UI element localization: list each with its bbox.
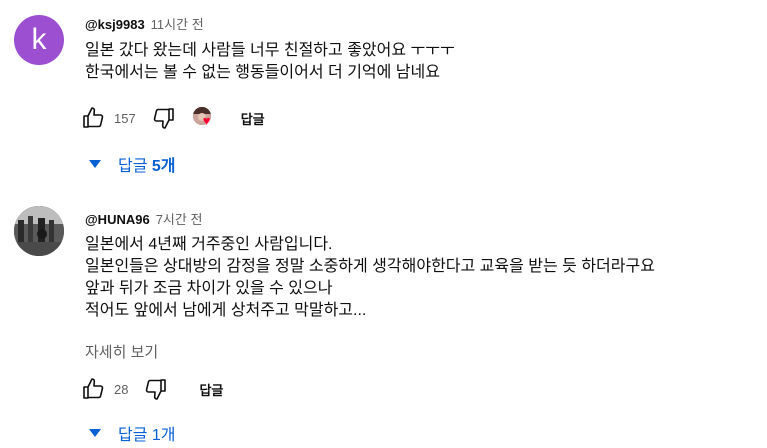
replies-label: 답글 5개 [118,152,176,176]
avatar[interactable]: k [14,15,64,65]
caret-down-icon [89,160,101,168]
creator-heart-badge: ♥ [192,107,215,129]
avatar-letter: k [31,23,47,56]
avatar-photo [14,206,64,256]
comment-time[interactable]: 7시간 전 [156,209,203,228]
comment-line: 앞과 뒤가 조금 차이가 있을 수 있으나 [85,280,333,297]
avatar[interactable] [14,206,64,256]
author-name[interactable]: @HUNA96 [85,212,150,227]
comment-header: @ksj9983 11시간 전 [85,14,204,33]
reply-button[interactable]: 답글 [241,109,265,128]
like-count: 28 [114,381,129,397]
caret-down-icon [89,429,101,437]
like-count: 157 [114,110,136,126]
replies-count: 5개 [151,158,176,175]
thumbs-down-icon[interactable] [151,105,177,131]
comment-line: 적어도 앞에서 남에게 상처주고 막말하고... [85,302,367,319]
comment-header: @HUNA96 7시간 전 [85,209,202,228]
replies-label: 답글 1개 [118,427,176,444]
heart-icon: ♥ [202,113,211,128]
comment-time[interactable]: 11시간 전 [151,14,204,33]
comment-line: 일본에서 4년째 거주중인 사람입니다. [85,236,333,253]
comment-actions: 157 ♥ 답글 [80,105,265,131]
comment-text: 일본 갔다 왔는데 사람들 너무 친절하고 좋았어요 ㅜㅜㅜ 한국에서는 볼 수… [85,40,455,84]
read-more-button[interactable]: 자세히 보기 [85,341,158,362]
thumbs-up-icon[interactable] [80,376,106,402]
comment-actions: 28 답글 [80,376,223,402]
comment-line: 일본인들은 상대방의 감정을 정말 소중하게 생각해야한다고 교육을 받는 듯 … [85,258,655,275]
thumbs-up-icon[interactable] [80,105,106,131]
replies-prefix: 답글 [118,158,152,175]
view-replies-button[interactable]: 답글 5개 [88,152,176,176]
comment-line: 한국에서는 볼 수 없는 행동들이어서 더 기억에 남네요 [85,64,440,81]
comment-text: 일본에서 4년째 거주중인 사람입니다. 일본인들은 상대방의 감정을 정말 소… [85,234,655,322]
comment-thread-1: k @ksj9983 11시간 전 일본 갔다 왔는데 사람들 너무 친절하고 … [0,0,767,180]
view-replies-button[interactable]: 답글 1개 [88,421,176,445]
reply-button[interactable]: 답글 [199,380,223,399]
author-name[interactable]: @ksj9983 [85,17,145,32]
comment-thread-2: @HUNA96 7시간 전 일본에서 4년째 거주중인 사람입니다. 일본인들은… [0,180,767,448]
thumbs-down-icon[interactable] [143,376,169,402]
comment-line: 일본 갔다 왔는데 사람들 너무 친절하고 좋았어요 ㅜㅜㅜ [85,42,455,59]
